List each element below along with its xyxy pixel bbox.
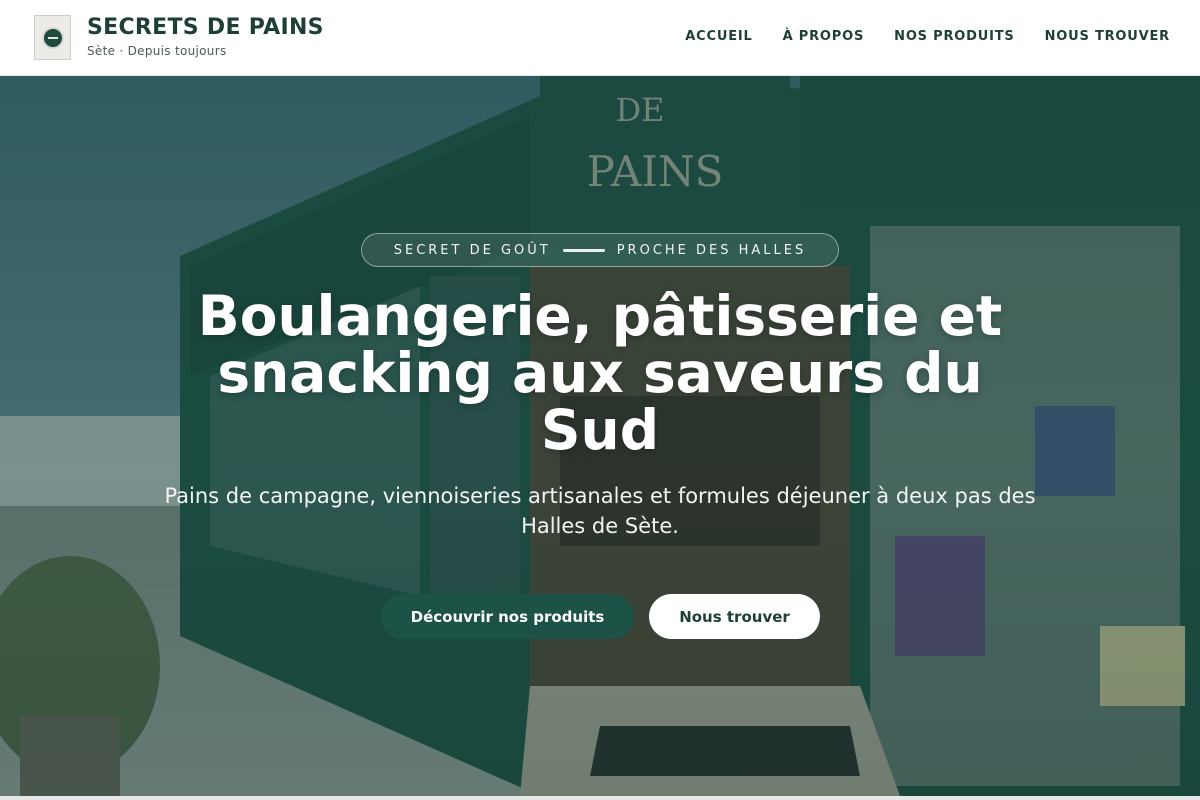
bottom-strip bbox=[0, 796, 1200, 800]
nav-link-nos-produits[interactable]: NOS PRODUITS bbox=[894, 29, 1014, 44]
hero-eyebrow-badge: SECRET DE GOÛT PROCHE DES HALLES bbox=[361, 233, 839, 267]
brand-title[interactable]: SECRETS DE PAINS bbox=[87, 15, 324, 40]
main-nav: ACCUEIL À PROPOS NOS PRODUITS NOUS TROUV… bbox=[655, 29, 1170, 44]
brand-logo[interactable] bbox=[34, 15, 71, 60]
hero-content: SECRET DE GOÛT PROCHE DES HALLES Boulang… bbox=[0, 76, 1200, 796]
site-header: SECRETS DE PAINS Sète · Depuis toujours … bbox=[0, 0, 1200, 76]
hero-section: PAINS DE SECRET DE GOÛT PROCHE DES HALLE… bbox=[0, 76, 1200, 796]
eyebrow-left-text: SECRET DE GOÛT bbox=[393, 242, 551, 258]
eyebrow-divider bbox=[562, 248, 605, 252]
hero-lead: Pains de campagne, viennoiseries artisan… bbox=[164, 484, 1036, 538]
find-us-button[interactable]: Nous trouver bbox=[649, 594, 820, 639]
brand-subtitle: Sète · Depuis toujours bbox=[87, 44, 227, 58]
hero-title: Boulangerie, pâtisserie et snacking aux … bbox=[197, 284, 1003, 462]
nav-link-nous-trouver[interactable]: NOUS TROUVER bbox=[1045, 29, 1170, 44]
eyebrow-right-text: PROCHE DES HALLES bbox=[616, 242, 807, 258]
logo-emblem-icon bbox=[41, 26, 64, 49]
nav-link-a-propos[interactable]: À PROPOS bbox=[783, 29, 865, 44]
discover-products-button[interactable]: Découvrir nos produits bbox=[381, 594, 634, 639]
nav-link-accueil[interactable]: ACCUEIL bbox=[685, 29, 752, 44]
